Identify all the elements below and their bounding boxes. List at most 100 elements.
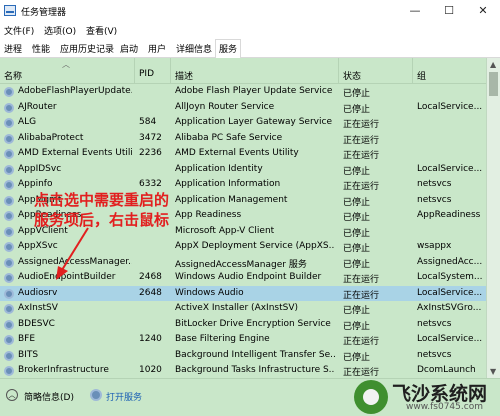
service-row[interactable]: BFE 1240 Base Filtering Engine 正在运行 LocalSer…	[0, 332, 486, 348]
maximize-button[interactable]: ☐	[432, 0, 466, 22]
cell-pid: 1020	[139, 365, 162, 375]
cell-group: LocalService...	[417, 287, 483, 298]
column-header-pid[interactable]: PID	[139, 69, 154, 79]
column-header-status[interactable]: 状态	[343, 69, 361, 82]
scroll-up-icon[interactable]: ▲	[490, 60, 496, 69]
cell-group: LocalService...	[417, 334, 483, 344]
site-watermark: 飞沙系统网 www.fs0745.com	[352, 376, 500, 416]
cell-name: Audiosrv	[18, 287, 58, 298]
open-services-link[interactable]: 打开服务	[106, 390, 142, 403]
scroll-thumb[interactable]	[489, 72, 498, 96]
service-row[interactable]: ALG 584 Application Layer Gateway Service 正…	[0, 115, 486, 131]
menu-options[interactable]: 选项(O)	[44, 24, 76, 37]
cell-group: wsappx	[417, 241, 452, 251]
cell-name: ALG	[18, 117, 37, 127]
cell-description: Microsoft App-V Client	[175, 225, 275, 236]
cell-name: AdobeFlashPlayerUpdate...	[18, 86, 132, 96]
column-header-group[interactable]: 组	[417, 69, 426, 82]
service-row[interactable]: AssignedAccessManager... AssignedAccessMa…	[0, 255, 486, 271]
cell-description: Background Intelligent Transfer Se...	[175, 349, 335, 360]
service-gear-icon	[4, 118, 14, 128]
scroll-down-icon[interactable]: ▼	[490, 367, 496, 376]
tab-details[interactable]: 详细信息	[176, 42, 212, 55]
cell-status: 正在运行	[343, 120, 380, 130]
cell-group: LocalService...	[417, 163, 483, 174]
cell-status: 已停止	[343, 352, 371, 363]
service-row[interactable]: AlibabaProtect 3472 Alibaba PC Safe Servic…	[0, 131, 486, 147]
cell-description: Windows Audio Endpoint Builder	[175, 272, 322, 282]
cell-name: Appinfo	[18, 179, 53, 189]
menu-bar: 文件(F) 选项(O) 查看(V)	[0, 22, 500, 38]
cell-status: 已停止	[343, 244, 371, 254]
menu-view[interactable]: 查看(V)	[86, 24, 117, 37]
service-gear-icon	[4, 288, 14, 299]
service-row[interactable]: BITS Background Intelligent Transfer Se..…	[0, 348, 486, 364]
task-manager-icon	[4, 5, 16, 16]
cell-status: 已停止	[343, 104, 371, 115]
cell-description: Adobe Flash Player Update Service	[175, 86, 333, 96]
menu-file[interactable]: 文件(F)	[4, 24, 34, 37]
tab-services[interactable]: 服务	[215, 39, 242, 59]
cell-name: BITS	[18, 349, 39, 360]
cell-name: AxInstSV	[18, 303, 58, 313]
service-row[interactable]: AdobeFlashPlayerUpdate... Adobe Flash Pla…	[0, 84, 486, 100]
tab-bar: 进程 性能 应用历史记录 启动 用户 详细信息 服务	[0, 38, 500, 59]
cell-group: DcomLaunch	[417, 365, 476, 375]
cell-name: AssignedAccessManager...	[18, 256, 132, 267]
cell-description: Application Layer Gateway Service	[175, 117, 332, 127]
chevron-up-icon[interactable]: ︿	[6, 389, 18, 401]
tab-startup[interactable]: 启动	[120, 42, 138, 55]
cell-status: 正在运行	[343, 337, 380, 347]
table-header: ︿ 名称 PID 描述 状态 组	[0, 58, 486, 84]
cell-description: AssignedAccessManager 服务	[175, 259, 307, 270]
cell-group: AssignedAcc...	[417, 256, 483, 267]
service-row[interactable]: AppIDSvc Application Identity 已停止 LocalServ…	[0, 162, 486, 178]
cell-description: AMD External Events Utility	[175, 148, 299, 158]
title-bar: 任务管理器 — ☐ ✕	[0, 0, 500, 22]
cell-pid: 584	[139, 117, 157, 127]
minimize-button[interactable]: —	[398, 0, 432, 22]
cell-pid: 2236	[139, 148, 162, 158]
sort-ascending-icon: ︿	[62, 60, 70, 69]
service-row[interactable]: BDESVC BitLocker Drive Encryption Service…	[0, 317, 486, 333]
column-header-description[interactable]: 描述	[175, 69, 193, 82]
cell-name: AMD External Events Utili...	[18, 148, 132, 158]
service-row[interactable]: AJRouter AllJoyn Router Service 已停止 LocalSe…	[0, 100, 486, 116]
tab-users[interactable]: 用户	[148, 42, 166, 55]
cell-status: 已停止	[343, 89, 371, 99]
cell-name: AppIDSvc	[18, 163, 62, 174]
service-gear-icon	[4, 133, 14, 144]
cell-description: Application Identity	[175, 163, 263, 174]
service-row[interactable]: AxInstSV ActiveX Installer (AxInstSV) 已停止 A…	[0, 301, 486, 317]
cell-status: 已停止	[343, 166, 371, 177]
cell-group: netsvcs	[417, 349, 452, 360]
cell-status: 已停止	[343, 213, 371, 223]
vertical-scrollbar[interactable]: ▲ ▼	[486, 58, 500, 378]
tab-performance[interactable]: 性能	[32, 42, 50, 55]
cell-group: netsvcs	[417, 194, 452, 205]
tab-processes[interactable]: 进程	[4, 42, 22, 55]
watermark-logo-icon	[354, 380, 388, 414]
service-gear-icon	[4, 164, 14, 175]
service-gear-icon	[4, 366, 14, 376]
tab-app-history[interactable]: 应用历史记录	[60, 42, 114, 55]
service-row[interactable]: Audiosrv 2648 Windows Audio 正在运行 LocalServic…	[0, 285, 486, 301]
fewer-details-link[interactable]: 简略信息(D)	[24, 390, 74, 403]
service-row[interactable]: AMD External Events Utili... 2236 AMD Exte…	[0, 146, 486, 162]
cell-name: AJRouter	[18, 101, 57, 112]
close-button[interactable]: ✕	[466, 0, 500, 22]
column-header-name[interactable]: 名称	[4, 69, 22, 82]
service-gear-icon	[4, 195, 14, 206]
cell-status: 已停止	[343, 306, 371, 316]
cell-group: LocalService...	[417, 101, 483, 112]
service-row[interactable]: AppXSvc AppX Deployment Service (AppXS...…	[0, 239, 486, 255]
cell-group: AxInstSVGro...	[417, 303, 482, 313]
service-row[interactable]: AudioEndpointBuilder 2468 Windows Audio En…	[0, 270, 486, 286]
service-gear-icon	[4, 149, 14, 159]
cell-description: ActiveX Installer (AxInstSV)	[175, 303, 299, 313]
cell-group: AppReadiness	[417, 210, 481, 220]
cell-group: netsvcs	[417, 179, 452, 189]
cell-description: Windows Audio	[175, 287, 244, 298]
cell-status: 正在运行	[343, 290, 380, 301]
cell-description: Application Information	[175, 179, 281, 189]
